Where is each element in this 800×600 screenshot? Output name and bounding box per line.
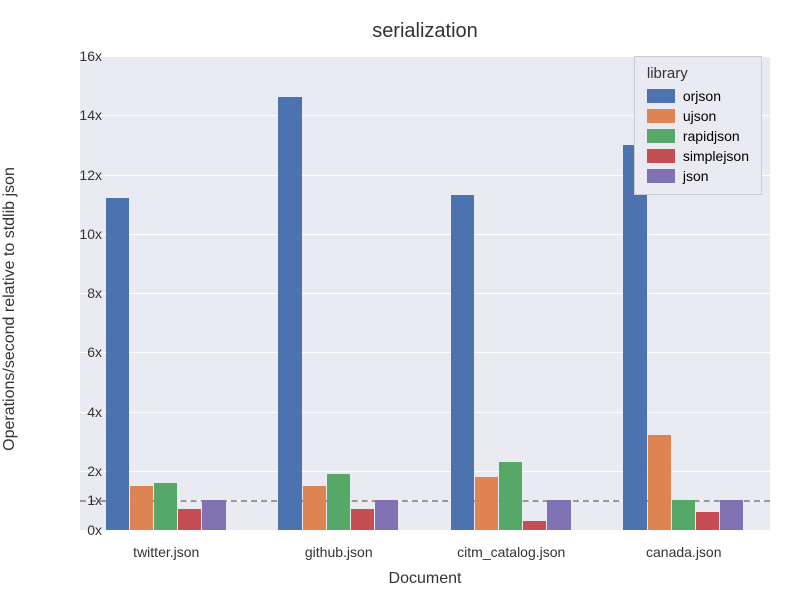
y-tick-label: 10x: [42, 226, 102, 242]
legend-swatch: [647, 169, 675, 183]
y-tick-label: 12x: [42, 167, 102, 183]
bar: [327, 474, 350, 530]
chart-container: library orjson ujson rapidjson simplejson js…: [80, 40, 770, 530]
bar: [499, 462, 522, 530]
y-tick-label: 14x: [42, 107, 102, 123]
y-tick-label: 1x: [42, 492, 102, 508]
bar: [351, 509, 374, 530]
x-tick-label: twitter.json: [133, 544, 199, 560]
y-tick-label: 8x: [42, 285, 102, 301]
gridline: [80, 234, 770, 235]
bar: [278, 97, 301, 530]
legend-swatch: [647, 129, 675, 143]
legend-item: rapidjson: [647, 126, 749, 146]
legend-swatch: [647, 109, 675, 123]
y-tick-label: 16x: [42, 48, 102, 64]
legend-item: simplejson: [647, 146, 749, 166]
bar: [303, 486, 326, 530]
legend-item: ujson: [647, 106, 749, 126]
bar: [648, 435, 671, 530]
bar: [720, 500, 743, 530]
legend-label: json: [683, 168, 709, 184]
legend-swatch: [647, 89, 675, 103]
legend: library orjson ujson rapidjson simplejson js…: [634, 56, 762, 195]
legend-label: simplejson: [683, 148, 749, 164]
x-tick-label: citm_catalog.json: [457, 544, 565, 560]
legend-item: json: [647, 166, 749, 186]
gridline: [80, 530, 770, 531]
gridline: [80, 352, 770, 353]
bar: [154, 483, 177, 530]
gridline: [80, 412, 770, 413]
bar: [672, 500, 695, 530]
legend-label: rapidjson: [683, 128, 740, 144]
bar: [202, 500, 225, 530]
legend-label: ujson: [683, 108, 716, 124]
y-axis-label: Operations/second relative to stdlib jso…: [1, 167, 19, 451]
x-axis-label: Document: [80, 570, 770, 588]
legend-item: orjson: [647, 86, 749, 106]
y-tick-label: 6x: [42, 344, 102, 360]
legend-swatch: [647, 149, 675, 163]
y-tick-label: 0x: [42, 522, 102, 538]
bar: [523, 521, 546, 530]
legend-label: orjson: [683, 88, 721, 104]
bar: [696, 512, 719, 530]
bar: [547, 500, 570, 530]
gridline: [80, 293, 770, 294]
bar: [475, 477, 498, 530]
bar: [178, 509, 201, 530]
y-tick-label: 2x: [42, 463, 102, 479]
bar: [623, 145, 646, 530]
bar: [130, 486, 153, 530]
x-tick-label: github.json: [305, 544, 373, 560]
bar: [106, 198, 129, 530]
y-tick-label: 4x: [42, 404, 102, 420]
legend-title: library: [647, 65, 749, 82]
bar: [451, 195, 474, 530]
bar: [375, 500, 398, 530]
x-tick-label: canada.json: [646, 544, 722, 560]
